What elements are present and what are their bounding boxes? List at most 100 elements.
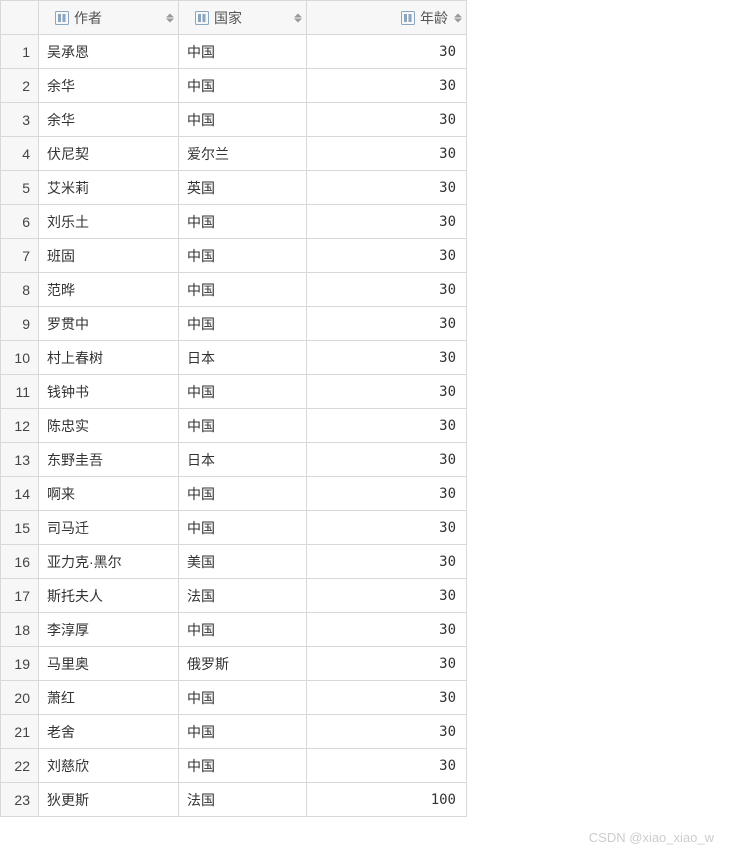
table-row[interactable]: 15司马迁中国30 [1,511,467,545]
cell-age[interactable]: 30 [307,477,467,511]
row-number[interactable]: 16 [1,545,39,579]
cell-country[interactable]: 中国 [179,375,307,409]
cell-author[interactable]: 余华 [39,69,179,103]
cell-country[interactable]: 日本 [179,341,307,375]
cell-author[interactable]: 啊来 [39,477,179,511]
cell-author[interactable]: 伏尼契 [39,137,179,171]
row-number-header[interactable] [1,1,39,35]
row-number[interactable]: 22 [1,749,39,783]
row-number[interactable]: 13 [1,443,39,477]
cell-author[interactable]: 刘乐土 [39,205,179,239]
cell-author[interactable]: 东野圭吾 [39,443,179,477]
cell-author[interactable]: 艾米莉 [39,171,179,205]
cell-age[interactable]: 30 [307,69,467,103]
row-number[interactable]: 19 [1,647,39,681]
row-number[interactable]: 15 [1,511,39,545]
cell-author[interactable]: 李淳厚 [39,613,179,647]
cell-country[interactable]: 中国 [179,35,307,69]
cell-country[interactable]: 法国 [179,579,307,613]
row-number[interactable]: 3 [1,103,39,137]
cell-age[interactable]: 30 [307,409,467,443]
cell-country[interactable]: 爱尔兰 [179,137,307,171]
cell-author[interactable]: 陈忠实 [39,409,179,443]
table-row[interactable]: 19马里奥俄罗斯30 [1,647,467,681]
cell-age[interactable]: 30 [307,613,467,647]
cell-author[interactable]: 马里奥 [39,647,179,681]
cell-age[interactable]: 30 [307,273,467,307]
row-number[interactable]: 8 [1,273,39,307]
row-number[interactable]: 23 [1,783,39,817]
table-row[interactable]: 18李淳厚中国30 [1,613,467,647]
cell-country[interactable]: 中国 [179,749,307,783]
cell-author[interactable]: 刘慈欣 [39,749,179,783]
row-number[interactable]: 12 [1,409,39,443]
cell-country[interactable]: 中国 [179,239,307,273]
table-row[interactable]: 14啊来中国30 [1,477,467,511]
row-number[interactable]: 9 [1,307,39,341]
table-row[interactable]: 10村上春树日本30 [1,341,467,375]
table-row[interactable]: 8范晔中国30 [1,273,467,307]
column-header-age[interactable]: 年龄 [307,1,467,35]
cell-age[interactable]: 30 [307,579,467,613]
cell-author[interactable]: 斯托夫人 [39,579,179,613]
table-row[interactable]: 16亚力克·黑尔美国30 [1,545,467,579]
cell-age[interactable]: 30 [307,171,467,205]
row-number[interactable]: 18 [1,613,39,647]
table-row[interactable]: 13东野圭吾日本30 [1,443,467,477]
row-number[interactable]: 10 [1,341,39,375]
cell-country[interactable]: 美国 [179,545,307,579]
cell-country[interactable]: 中国 [179,409,307,443]
cell-country[interactable]: 中国 [179,69,307,103]
cell-country[interactable]: 中国 [179,205,307,239]
cell-country[interactable]: 中国 [179,613,307,647]
table-row[interactable]: 9罗贯中中国30 [1,307,467,341]
cell-author[interactable]: 亚力克·黑尔 [39,545,179,579]
row-number[interactable]: 11 [1,375,39,409]
row-number[interactable]: 1 [1,35,39,69]
row-number[interactable]: 17 [1,579,39,613]
cell-age[interactable]: 30 [307,681,467,715]
table-row[interactable]: 11钱钟书中国30 [1,375,467,409]
row-number[interactable]: 21 [1,715,39,749]
cell-age[interactable]: 30 [307,35,467,69]
column-header-country[interactable]: 国家 [179,1,307,35]
row-number[interactable]: 2 [1,69,39,103]
cell-country[interactable]: 中国 [179,307,307,341]
cell-author[interactable]: 萧红 [39,681,179,715]
cell-author[interactable]: 余华 [39,103,179,137]
cell-age[interactable]: 30 [307,715,467,749]
cell-country[interactable]: 日本 [179,443,307,477]
table-row[interactable]: 21老舍中国30 [1,715,467,749]
cell-age[interactable]: 30 [307,375,467,409]
table-row[interactable]: 1吴承恩中国30 [1,35,467,69]
table-row[interactable]: 12陈忠实中国30 [1,409,467,443]
cell-author[interactable]: 司马迁 [39,511,179,545]
table-row[interactable]: 7班固中国30 [1,239,467,273]
cell-country[interactable]: 中国 [179,715,307,749]
table-row[interactable]: 5艾米莉英国30 [1,171,467,205]
row-number[interactable]: 7 [1,239,39,273]
cell-country[interactable]: 中国 [179,681,307,715]
table-row[interactable]: 2余华中国30 [1,69,467,103]
cell-country[interactable]: 中国 [179,511,307,545]
cell-author[interactable]: 村上春树 [39,341,179,375]
table-row[interactable]: 4伏尼契爱尔兰30 [1,137,467,171]
table-row[interactable]: 3余华中国30 [1,103,467,137]
table-row[interactable]: 6刘乐土中国30 [1,205,467,239]
column-header-author[interactable]: 作者 [39,1,179,35]
table-row[interactable]: 23狄更斯法国100 [1,783,467,817]
cell-country[interactable]: 中国 [179,273,307,307]
row-number[interactable]: 14 [1,477,39,511]
cell-age[interactable]: 30 [307,239,467,273]
row-number[interactable]: 20 [1,681,39,715]
cell-age[interactable]: 30 [307,205,467,239]
sort-arrows-icon[interactable] [454,13,462,22]
cell-author[interactable]: 范晔 [39,273,179,307]
sort-arrows-icon[interactable] [294,13,302,22]
cell-age[interactable]: 30 [307,443,467,477]
cell-age[interactable]: 30 [307,103,467,137]
cell-age[interactable]: 30 [307,341,467,375]
table-row[interactable]: 17斯托夫人法国30 [1,579,467,613]
cell-author[interactable]: 老舍 [39,715,179,749]
table-row[interactable]: 20萧红中国30 [1,681,467,715]
